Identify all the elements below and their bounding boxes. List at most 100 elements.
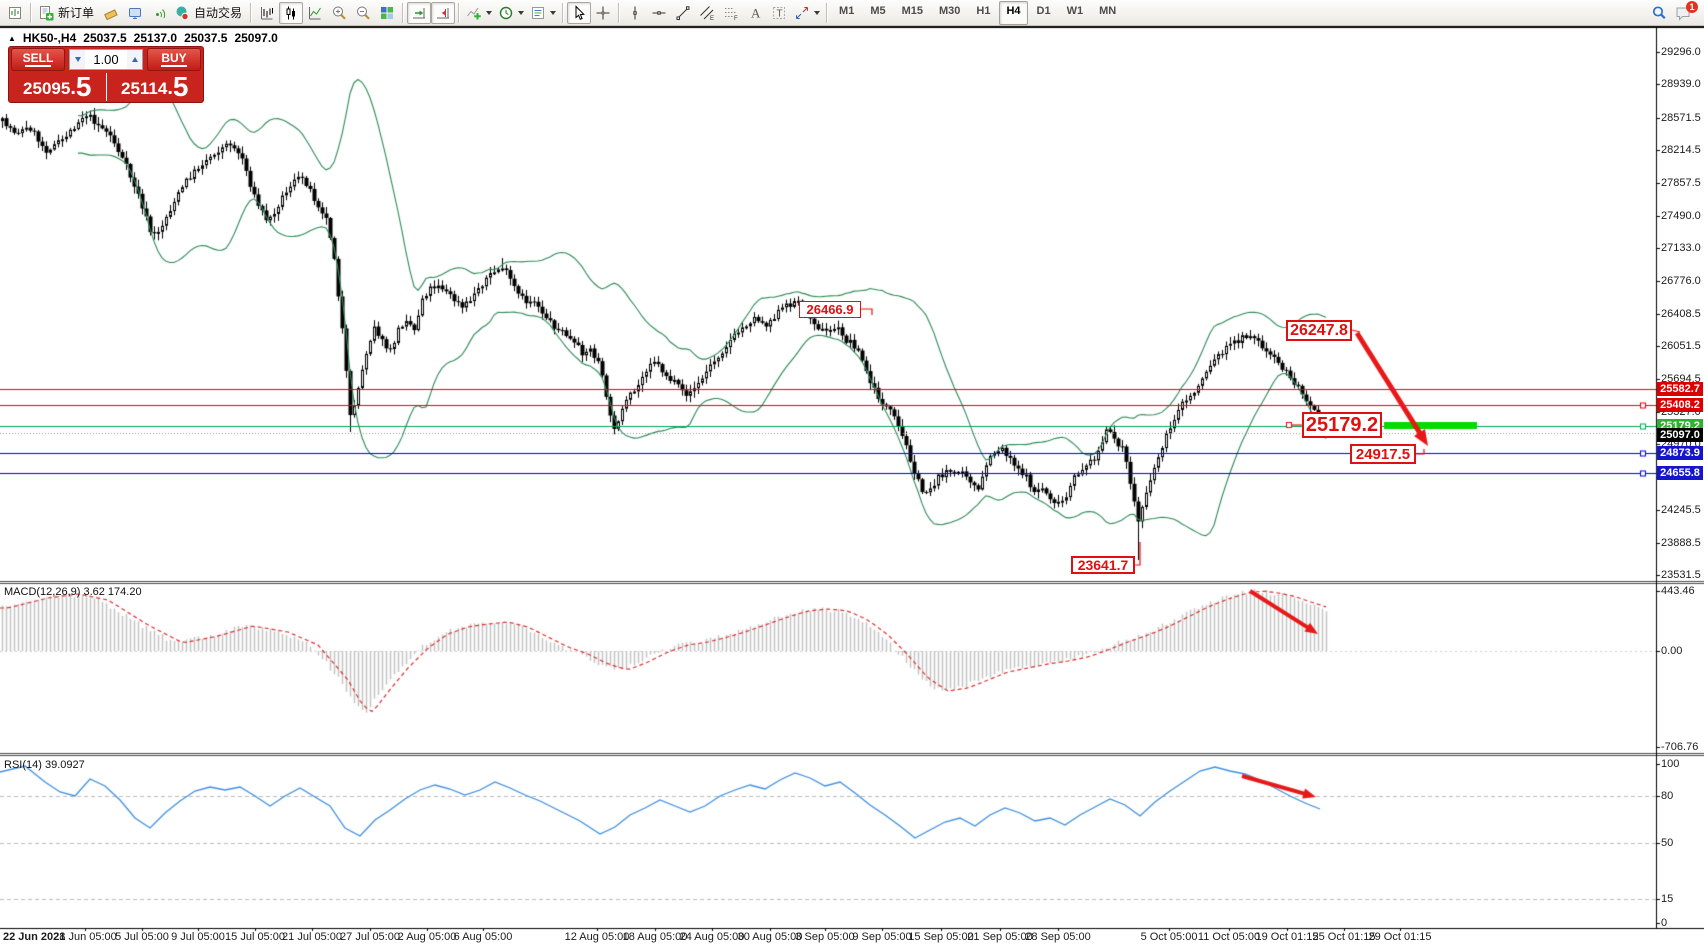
price-annotation[interactable]: 24917.5: [1350, 444, 1416, 464]
scroll-to-end-button[interactable]: [407, 2, 431, 24]
volume-value[interactable]: 1.00: [85, 52, 127, 67]
dropdown-caret: [518, 11, 524, 15]
price-line-badge: 24873.9: [1657, 446, 1703, 460]
text-tool-button[interactable]: A: [743, 2, 767, 24]
sell-price-frac: 5: [76, 73, 92, 101]
eraser-button[interactable]: [99, 2, 123, 24]
bar-chart-button[interactable]: [255, 2, 279, 24]
fibonacci-tool-button[interactable]: F: [719, 2, 743, 24]
timeframe-h1[interactable]: H1: [969, 1, 997, 25]
sell-price[interactable]: 25095 . 5: [9, 72, 106, 102]
templates-button[interactable]: [527, 2, 559, 24]
terminal-icon: [127, 5, 143, 21]
line-chart-button[interactable]: [303, 2, 327, 24]
text-label-icon: T: [771, 5, 787, 21]
dropdown-caret: [486, 11, 492, 15]
dropdown-caret: [550, 11, 556, 15]
toolbar-separator: [458, 3, 460, 23]
toolbar-separator: [826, 3, 828, 23]
eraser-icon: [103, 5, 119, 21]
signals-icon: [151, 5, 167, 21]
tile-windows-icon: [379, 5, 395, 21]
chart-shift-button[interactable]: [431, 2, 455, 24]
toolbar-separator: [618, 3, 620, 23]
price-annotation[interactable]: 26466.9: [799, 301, 861, 318]
periods-button[interactable]: [495, 2, 527, 24]
vertical-line-icon: [627, 5, 643, 21]
price-annotation[interactable]: 26247.8: [1286, 320, 1352, 341]
chart-window-button[interactable]: [3, 2, 27, 24]
zoom-out-button[interactable]: [351, 2, 375, 24]
buy-label: BUY: [161, 52, 186, 64]
autotrade-button[interactable]: 自动交易: [171, 2, 247, 24]
notifications-button[interactable]: 1: [1671, 2, 1695, 24]
price-annotation[interactable]: 25179.2: [1302, 412, 1382, 438]
timeframe-d1[interactable]: D1: [1030, 1, 1058, 25]
timeframe-m15[interactable]: M15: [895, 1, 930, 25]
scroll-to-end-icon: [411, 5, 427, 21]
main-toolbar: 新订单 自动交易: [0, 0, 1704, 26]
chart-window-icon: [7, 5, 23, 21]
macd-indicator-label: MACD(12,26,9) 3.62 174.20: [4, 586, 142, 598]
text-icon: A: [747, 5, 763, 21]
sell-label: SELL: [23, 52, 54, 64]
indicators-icon: [466, 5, 482, 21]
cursor-icon: [571, 5, 587, 21]
svg-text:T: T: [777, 8, 783, 19]
new-order-button[interactable]: 新订单: [35, 2, 99, 24]
timeframe-w1[interactable]: W1: [1060, 1, 1091, 25]
crosshair-tool-button[interactable]: [591, 2, 615, 24]
tile-windows-button[interactable]: [375, 2, 399, 24]
timeframe-h4[interactable]: H4: [999, 1, 1027, 25]
candlestick-chart-button[interactable]: [279, 2, 303, 24]
sell-button[interactable]: SELL: [11, 48, 65, 71]
new-order-icon: [38, 5, 54, 21]
chart-canvas[interactable]: [0, 0, 1704, 947]
vertical-line-tool-button[interactable]: [623, 2, 647, 24]
volume-decrease-button[interactable]: [70, 50, 85, 69]
timeframe-mn[interactable]: MN: [1092, 1, 1123, 25]
indicators-button[interactable]: [463, 2, 495, 24]
svg-text:A: A: [751, 5, 761, 20]
current-price-badge: 25097.0: [1657, 428, 1703, 442]
price-annotation[interactable]: 23641.7: [1071, 556, 1135, 574]
buy-price[interactable]: 25114 . 5: [107, 72, 204, 102]
notification-badge: 1: [1686, 1, 1698, 13]
equidistant-channel-icon: E: [699, 5, 715, 21]
one-click-trading-panel: SELL 1.00 BUY 25095 . 5 25114 . 5: [8, 46, 204, 103]
label-tool-button[interactable]: T: [767, 2, 791, 24]
timeframe-m5[interactable]: M5: [863, 1, 892, 25]
price-line-badge: 24655.8: [1657, 466, 1703, 480]
search-button[interactable]: [1647, 2, 1671, 24]
trendline-tool-button[interactable]: [671, 2, 695, 24]
fibonacci-icon: F: [723, 5, 739, 21]
channel-tool-button[interactable]: E: [695, 2, 719, 24]
zoom-in-button[interactable]: [327, 2, 351, 24]
buy-price-frac: 5: [173, 73, 189, 101]
zoom-in-icon: [331, 5, 347, 21]
timeframe-m1[interactable]: M1: [832, 1, 861, 25]
zoom-out-icon: [355, 5, 371, 21]
timeframe-m30[interactable]: M30: [932, 1, 967, 25]
ohlc-open: 25037.5: [83, 31, 126, 45]
price-line-badge: 25582.7: [1657, 382, 1703, 396]
buy-underline: [161, 65, 187, 67]
price-line-badge: 25408.2: [1657, 398, 1703, 412]
trendline-icon: [675, 5, 691, 21]
buy-button[interactable]: BUY: [147, 48, 201, 71]
volume-increase-button[interactable]: [127, 50, 142, 69]
crosshair-icon: [595, 5, 611, 21]
terminal-button[interactable]: [123, 2, 147, 24]
signals-button[interactable]: [147, 2, 171, 24]
arrows-icon: [794, 5, 810, 21]
symbol-period: HK50-,H4: [23, 31, 76, 45]
rsi-indicator-label: RSI(14) 39.0927: [4, 759, 85, 771]
volume-spinner: 1.00: [69, 49, 143, 70]
horizontal-line-tool-button[interactable]: [647, 2, 671, 24]
arrows-tool-button[interactable]: [791, 2, 823, 24]
bar-chart-icon: [259, 5, 275, 21]
cursor-tool-button[interactable]: [567, 2, 591, 24]
candlestick-chart-icon: [283, 5, 299, 21]
line-chart-icon: [307, 5, 323, 21]
templates-icon: [530, 5, 546, 21]
